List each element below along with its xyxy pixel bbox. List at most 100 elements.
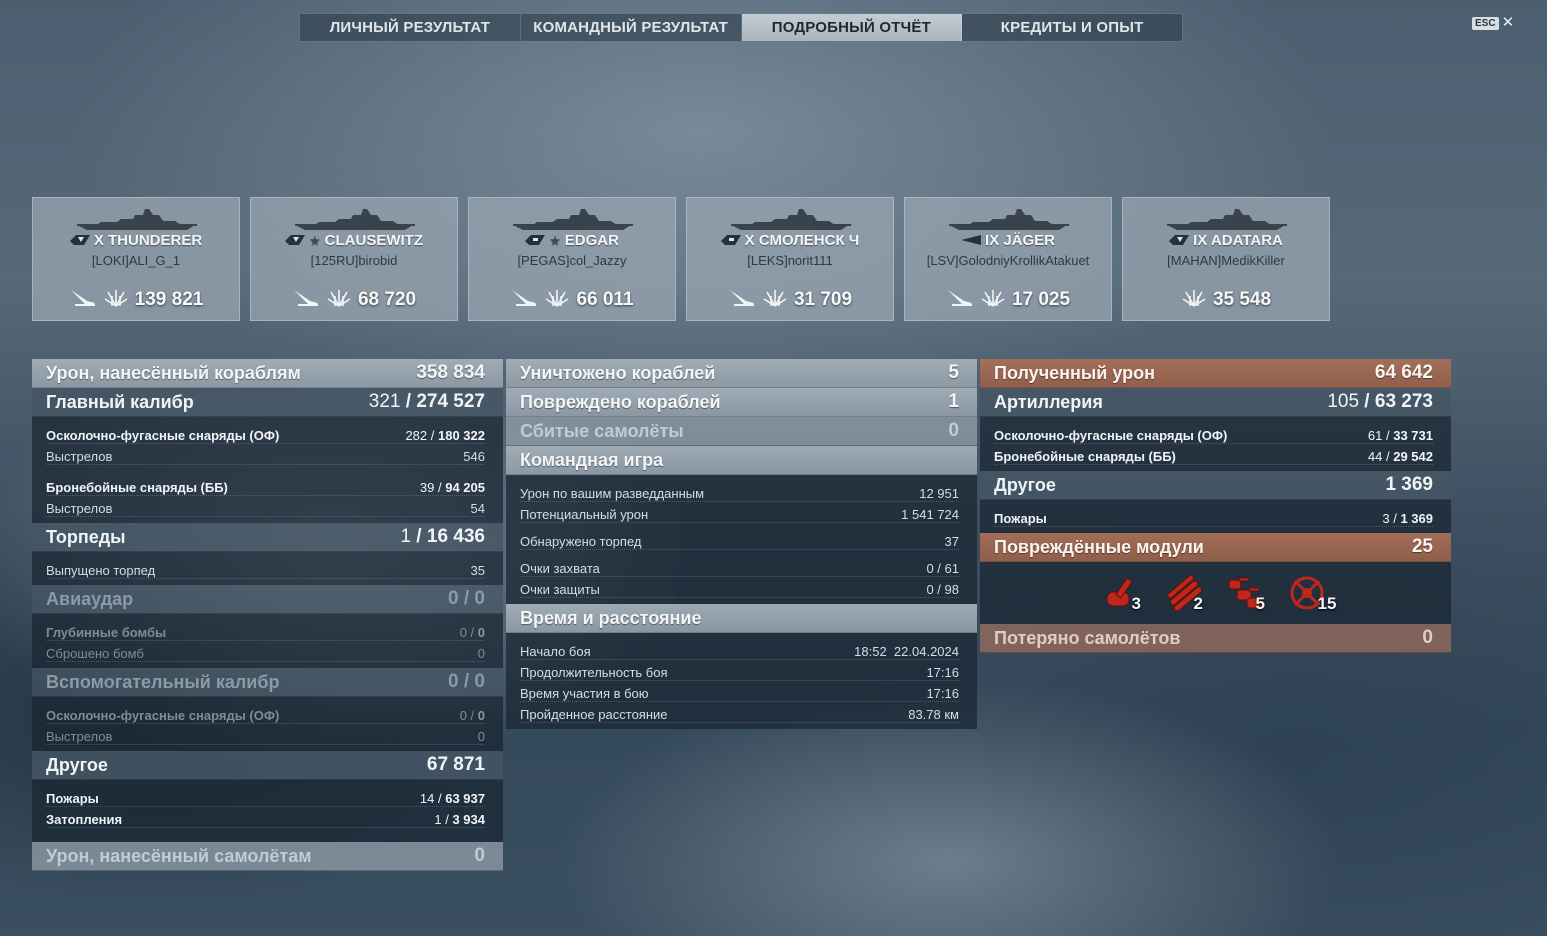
ship-stats: 17 025: [905, 286, 1111, 313]
secondary-battery-header: Вспомогательный калибр 0 / 0: [32, 668, 503, 697]
ship-stats: 35 548: [1123, 286, 1329, 313]
teamplay-details: Урон по вашим разведданным 12 951 Потенци…: [506, 475, 977, 604]
cruiser-icon: [720, 232, 741, 249]
received-he-row: Осколочно-фугасные снаряды (ОФ) 61 / 33 7…: [994, 423, 1433, 444]
aa-mount-module-icon: 15: [1287, 572, 1336, 616]
ship-silhouette-icon: [949, 206, 1069, 232]
damage-burst-icon: [326, 286, 352, 313]
ship-title: X СМОЛЕНСК Ч: [687, 232, 893, 249]
damage-to-planes-header: Урон, нанесённый самолётам 0: [32, 842, 503, 871]
secondary-battery-details: Осколочно-фугасные снаряды (ОФ) 0 / 0 Выс…: [32, 697, 503, 751]
player-name: [MAHAN]MedikKiller: [1167, 253, 1285, 268]
ship-card[interactable]: IX JÄGER [LSV]GolodniyKrollikAtakuet 17 02…: [904, 197, 1112, 321]
capture-points-row: Очки захвата 0 / 61: [520, 556, 959, 577]
ship-damage-value: 35 548: [1212, 288, 1272, 310]
ships-destroyed-header: Уничтожено кораблей 5: [506, 359, 977, 388]
damage-burst-icon: [980, 286, 1006, 313]
damaged-modules-list: 3 2 5 15: [980, 562, 1451, 624]
player-name: [PEGAS]col_Jazzy: [517, 253, 627, 268]
time-distance-header: Время и расстояние: [506, 604, 977, 633]
ship-silhouette-icon: [295, 206, 415, 232]
secondary-he-row: Осколочно-фугасные снаряды (ОФ) 0 / 0: [46, 703, 485, 724]
ship-card[interactable]: ★ EDGAR [PEGAS]col_Jazzy 66 011: [468, 197, 676, 321]
damage-dealt-panel: Урон, нанесённый кораблям 358 834 Главны…: [32, 359, 503, 871]
battleship-icon: [285, 232, 305, 249]
torpedo-hit-icon: [946, 287, 974, 312]
premium-star-icon: ★: [309, 232, 321, 248]
torpedo-hit-icon: [292, 287, 320, 312]
ship-name: EDGAR: [564, 232, 619, 249]
ship-stats: 66 011: [469, 286, 675, 313]
combat-summary-panel: Уничтожено кораблей 5 Повреждено кораблей…: [506, 359, 977, 729]
torpedo-hit-icon: [728, 287, 756, 312]
ship-card[interactable]: ★ CLAUSEWITZ [125RU]birobid 68 720: [250, 197, 458, 321]
destroyer-icon: [960, 232, 981, 249]
close-button[interactable]: ESC ✕: [1472, 15, 1515, 30]
player-name: [LEKS]norit111: [747, 253, 833, 268]
ship-name: IX JÄGER: [984, 232, 1056, 249]
tab-detailed-report[interactable]: ПОДРОБНЫЙ ОТЧЁТ: [741, 14, 963, 41]
damage-burst-icon: [762, 286, 788, 313]
ship-damage-value: 66 011: [576, 288, 634, 310]
received-fires-row: Пожары 3 / 1 369: [994, 506, 1433, 527]
ship-title: X THUNDERER: [33, 232, 239, 249]
ship-silhouette-icon: [1167, 206, 1287, 232]
torpedoes-spotted-row: Обнаружено торпед 37: [520, 529, 959, 550]
time-distance-details: Начало боя 18:52 22.04.2024 Продолжительн…: [506, 633, 977, 729]
tab-credits-xp[interactable]: КРЕДИТЫ И ОПЫТ: [962, 14, 1182, 41]
ship-silhouette-icon: [77, 206, 197, 232]
received-other-details: Пожары 3 / 1 369: [980, 500, 1451, 533]
premium-star-icon: ★: [549, 232, 561, 248]
torpedoes-launched-row: Выпущено торпед 35: [46, 558, 485, 579]
esc-key-hint: ESC: [1472, 16, 1499, 30]
main-battery-details: Осколочно-фугасные снаряды (ОФ) 282 / 180…: [32, 417, 503, 523]
he-shells-row: Осколочно-фугасные снаряды (ОФ) 282 / 180…: [46, 423, 485, 444]
damage-burst-icon: [1181, 286, 1207, 313]
he-shots-row: Выстрелов 546: [46, 444, 485, 465]
damage-to-ships-label: Урон, нанесённый кораблям: [46, 362, 301, 383]
torpedo-tubes-module-icon: 2: [1163, 572, 1207, 616]
ship-name: IX ADATARA: [1193, 232, 1283, 249]
tab-personal-result[interactable]: ЛИЧНЫЙ РЕЗУЛЬТАТ: [300, 14, 521, 41]
ship-name: X СМОЛЕНСК Ч: [744, 232, 860, 249]
ship-damage-value: 139 821: [134, 288, 204, 310]
ship-title: ★ EDGAR: [469, 232, 675, 249]
battleship-icon: [69, 232, 90, 249]
depth-charges-row: Глубинные бомбы 0 / 0: [46, 620, 485, 641]
received-ap-row: Бронебойные снаряды (ББ) 44 / 29 542: [994, 444, 1433, 465]
airstrike-header: Авиаудар 0 / 0: [32, 585, 503, 614]
planes-shot-down-header: Сбитые самолёты 0: [506, 417, 977, 446]
damage-burst-icon: [544, 286, 570, 313]
ribbon-ship-cards: X THUNDERER [LOKI]ALI_G_1 139 821 ★ CLAUSEWI…: [32, 197, 1330, 321]
player-name: [LOKI]ALI_G_1: [91, 253, 181, 268]
ship-title: IX ADATARA: [1123, 232, 1329, 249]
player-name: [125RU]birobid: [310, 253, 398, 268]
ship-card[interactable]: X СМОЛЕНСК Ч [LEKS]norit111 31 709: [686, 197, 894, 321]
ship-damage-value: 17 025: [1011, 288, 1071, 310]
ships-damaged-header: Повреждено кораблей 1: [506, 388, 977, 417]
ship-silhouette-icon: [513, 206, 633, 232]
damage-to-ships-header: Урон, нанесённый кораблям 358 834: [32, 359, 503, 388]
torpedoes-header: Торпеды 1 / 16 436: [32, 523, 503, 552]
planes-lost-header: Потеряно самолётов 0: [980, 624, 1451, 653]
flooding-row: Затопления 1 / 3 934: [46, 807, 485, 828]
ship-card[interactable]: X THUNDERER [LOKI]ALI_G_1 139 821: [32, 197, 240, 321]
teamplay-header: Командная игра: [506, 446, 977, 475]
artillery-header: Артиллерия 105 / 63 273: [980, 388, 1451, 417]
ship-name: X THUNDERER: [93, 232, 203, 249]
ship-stats: 139 821: [33, 286, 239, 313]
damage-burst-icon: [103, 286, 129, 313]
ship-damage-value: 31 709: [793, 288, 853, 310]
ship-card[interactable]: IX ADATARA [MAHAN]MedikKiller 35 548: [1122, 197, 1330, 321]
received-other-header: Другое 1 369: [980, 471, 1451, 500]
bombs-dropped-row: Сброшено бомб 0: [46, 641, 485, 662]
time-in-battle-row: Время участия в бою 17:16: [520, 681, 959, 702]
secondary-battery-module-icon: 5: [1225, 572, 1269, 616]
distance-row: Пройденное расстояние 83.78 км: [520, 702, 959, 723]
ap-shots-row: Выстрелов 54: [46, 496, 485, 517]
close-icon[interactable]: ✕: [1502, 15, 1515, 30]
ship-stats: 68 720: [251, 286, 457, 313]
tab-team-result[interactable]: КОМАНДНЫЙ РЕЗУЛЬТАТ: [521, 14, 742, 41]
damage-received-panel: Полученный урон 64 642 Артиллерия 105 / 6…: [980, 359, 1451, 653]
other-damage-header: Другое 67 871: [32, 751, 503, 780]
